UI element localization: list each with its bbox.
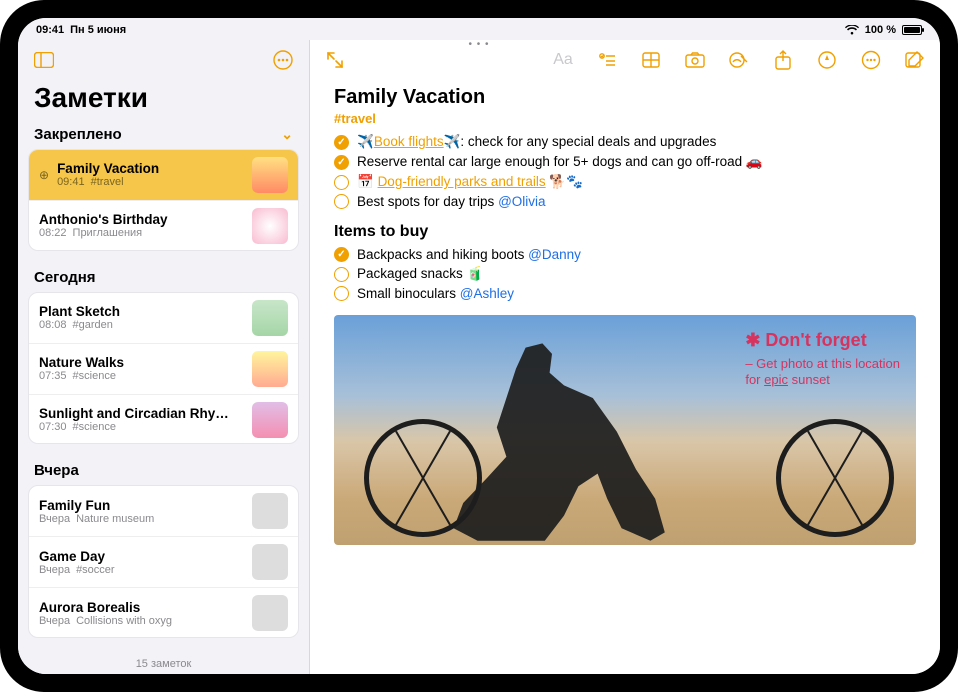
pin-icon: ⊕ — [39, 168, 49, 182]
note-thumbnail — [252, 351, 288, 387]
mention-ashley[interactable]: @Ashley — [460, 286, 514, 301]
checklist-item[interactable]: Best spots for day trips @Olivia — [334, 192, 916, 211]
note-row[interactable]: Game DayВчера#soccer — [29, 537, 298, 588]
multitask-dots[interactable]: • • • — [468, 39, 489, 50]
checklist-item[interactable]: ✈️Book flights✈️: check for any special … — [334, 132, 916, 152]
more-options-icon[interactable] — [269, 46, 297, 74]
status-time: 09:41 — [36, 24, 64, 36]
wifi-icon — [845, 25, 859, 35]
format-text-icon[interactable]: Aa — [552, 49, 574, 71]
photo-detail — [444, 335, 684, 545]
checklist-item[interactable]: Backpacks and hiking boots @Danny — [334, 245, 916, 264]
note-thumbnail — [252, 595, 288, 631]
expand-icon[interactable] — [324, 49, 346, 71]
notes-count: 15 заметок — [18, 652, 309, 674]
status-bar: 09:41 Пн 5 июня 100 % — [18, 18, 940, 40]
note-row[interactable]: Sunlight and Circadian Rhy…07:30#science — [29, 395, 298, 445]
subheading-items: Items to buy — [334, 223, 916, 241]
sidebar-toggle-icon[interactable] — [30, 46, 58, 74]
section-today: Сегодня — [18, 265, 309, 292]
checklist-item[interactable]: Reserve rental car large enough for 5+ d… — [334, 152, 916, 172]
note-thumbnail — [252, 208, 288, 244]
table-icon[interactable] — [640, 49, 662, 71]
note-content[interactable]: Family Vacation #travel ✈️Book flights✈️… — [310, 80, 940, 674]
sidebar-title: Заметки — [18, 80, 309, 122]
note-photo[interactable]: ✱ Don't forget – Get photo at this locat… — [334, 315, 916, 545]
handwritten-annotation: ✱ Don't forget – Get photo at this locat… — [745, 329, 900, 388]
note-tag[interactable]: #travel — [334, 111, 916, 126]
photo-detail — [776, 419, 894, 537]
checklist-item[interactable]: Packaged snacks 🧃 — [334, 264, 916, 284]
note-thumbnail — [252, 300, 288, 336]
note-row[interactable]: Family FunВчераNature museum — [29, 486, 298, 537]
checklist-item[interactable]: Small binoculars @Ashley — [334, 284, 916, 303]
more-icon[interactable] — [860, 49, 882, 71]
mention-danny[interactable]: @Danny — [528, 247, 581, 262]
mention-olivia[interactable]: @Olivia — [498, 194, 545, 209]
battery-icon — [902, 25, 922, 35]
link-dog-parks[interactable]: Dog-friendly parks and trails — [378, 174, 546, 189]
note-thumbnail — [252, 402, 288, 438]
chevron-down-icon: ⌄ — [281, 126, 293, 143]
note-editor: Aa Family Vacation #travel ✈️Book fl — [310, 40, 940, 674]
status-date: Пн 5 июня — [70, 24, 126, 36]
checkbox-checked-icon[interactable] — [334, 135, 349, 150]
compose-icon[interactable] — [904, 49, 926, 71]
link-book-flights[interactable]: Book flights — [374, 134, 444, 149]
note-row[interactable]: Nature Walks07:35#science — [29, 344, 298, 395]
note-title: Family Vacation — [334, 86, 916, 109]
checkbox-icon[interactable] — [334, 286, 349, 301]
checkbox-icon[interactable] — [334, 175, 349, 190]
share-icon[interactable] — [772, 49, 794, 71]
section-pinned[interactable]: Закреплено ⌄ — [18, 122, 309, 149]
lock-icon[interactable] — [816, 49, 838, 71]
note-thumbnail — [252, 544, 288, 580]
note-thumbnail — [252, 493, 288, 529]
checklist-item[interactable]: 📅 Dog-friendly parks and trails 🐕🐾 — [334, 172, 916, 192]
note-row-family-vacation[interactable]: ⊕ Family Vacation 09:41#travel — [29, 150, 298, 201]
checkbox-checked-icon[interactable] — [334, 155, 349, 170]
checkbox-checked-icon[interactable] — [334, 247, 349, 262]
notes-sidebar: Заметки Закреплено ⌄ ⊕ Family Vacation 0… — [18, 40, 310, 674]
editor-toolbar: Aa — [310, 40, 940, 80]
camera-icon[interactable] — [684, 49, 706, 71]
note-row[interactable]: Aurora BorealisВчераCollisions with oxyg — [29, 588, 298, 638]
markup-icon[interactable] — [728, 49, 750, 71]
section-yesterday: Вчера — [18, 458, 309, 485]
checklist-icon[interactable] — [596, 49, 618, 71]
checkbox-icon[interactable] — [334, 194, 349, 209]
checkbox-icon[interactable] — [334, 267, 349, 282]
note-row[interactable]: Plant Sketch08:08#garden — [29, 293, 298, 344]
note-thumbnail — [252, 157, 288, 193]
note-row-anthonio[interactable]: Anthonio's Birthday 08:22Приглашения — [29, 201, 298, 251]
battery-percent: 100 % — [865, 24, 896, 36]
